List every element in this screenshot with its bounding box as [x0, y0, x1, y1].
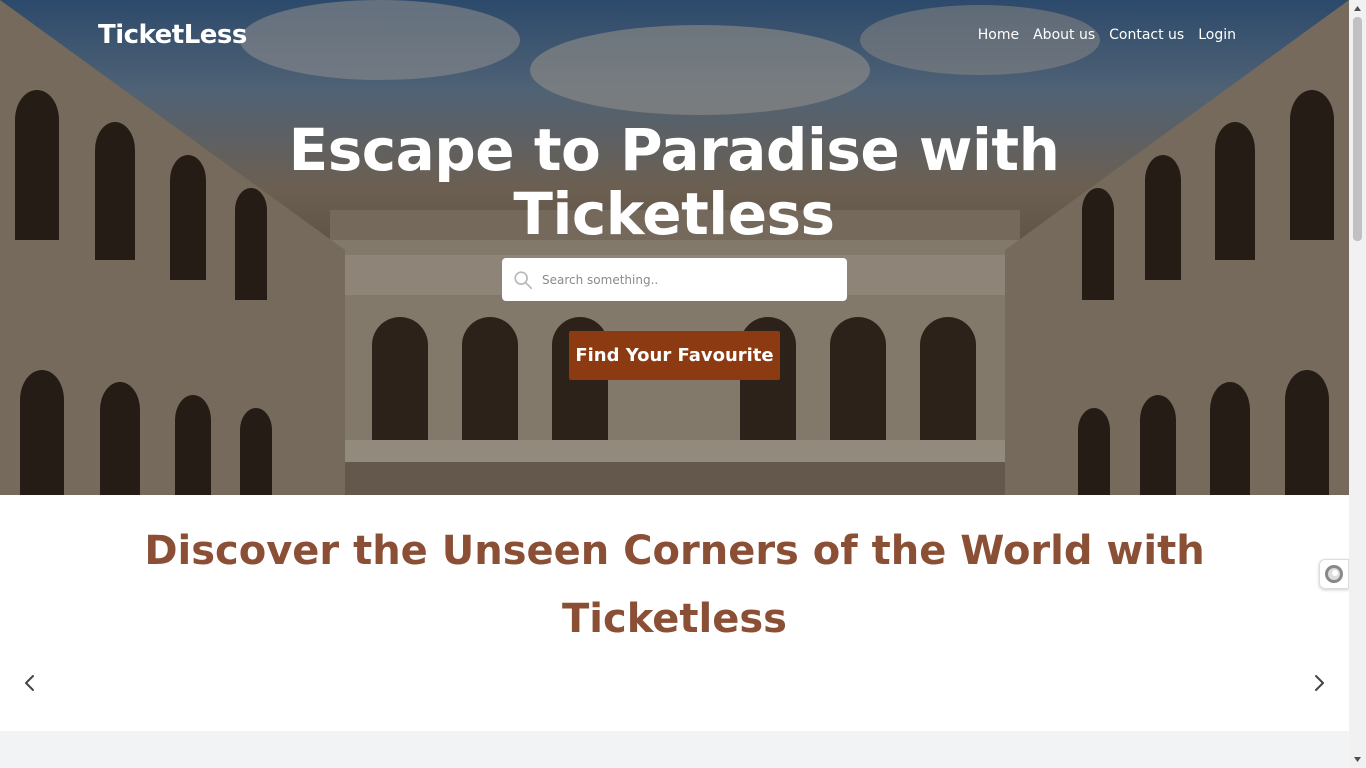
floating-widget-button[interactable] [1319, 559, 1349, 589]
nav-contact-link[interactable]: Contact us [1109, 27, 1184, 43]
nav-login-link[interactable]: Login [1198, 27, 1236, 43]
nav-about-link[interactable]: About us [1033, 27, 1095, 43]
search-bar[interactable] [502, 258, 847, 301]
scrollbar-thumb[interactable] [1353, 17, 1362, 241]
hero-banner: TicketLess Home About us Contact us Logi… [0, 0, 1349, 495]
hero-title: Escape to Paradise with Ticketless [288, 116, 1060, 248]
scroll-down-icon[interactable] [1353, 755, 1362, 764]
discover-heading: Discover the Unseen Corners of the World… [144, 528, 1205, 642]
search-icon [514, 270, 533, 289]
discover-section: Discover the Unseen Corners of the World… [0, 495, 1349, 731]
nav-home-link[interactable]: Home [978, 27, 1019, 43]
scroll-up-icon[interactable] [1353, 4, 1362, 13]
chevron-right-icon[interactable] [1307, 671, 1331, 695]
page-scrollbar[interactable] [1349, 0, 1366, 768]
accessibility-widget-icon [1325, 565, 1343, 583]
search-input[interactable] [542, 272, 847, 287]
chevron-left-icon[interactable] [18, 671, 42, 695]
next-section-band [0, 731, 1349, 768]
main-nav: Home About us Contact us Login [978, 27, 1236, 43]
brand-logo[interactable]: TicketLess [98, 20, 247, 50]
find-favourite-button[interactable]: Find Your Favourite [569, 331, 780, 380]
